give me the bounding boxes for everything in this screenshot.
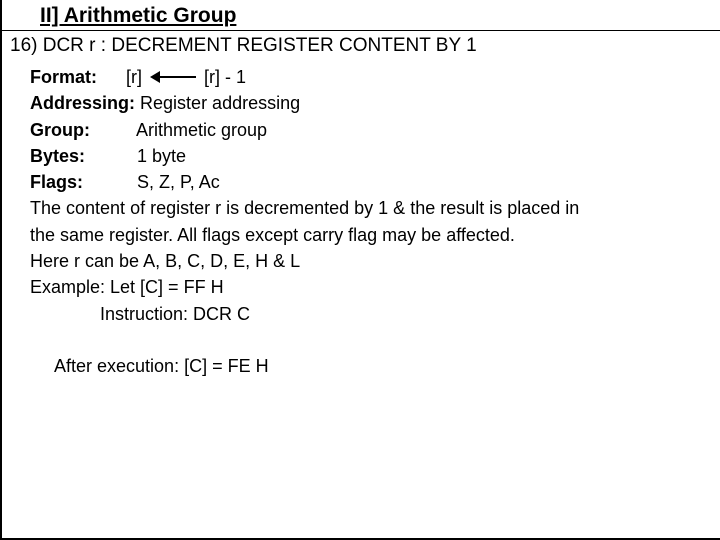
format-left: [r] [126, 65, 142, 89]
bytes-label: Bytes: [30, 144, 132, 168]
instruction-title: 16) DCR r : DECREMENT REGISTER CONTENT B… [2, 31, 720, 63]
bytes-row: Bytes: 1 byte [30, 144, 700, 168]
section-header: II] Arithmetic Group [2, 0, 720, 30]
flags-value: S, Z, P, Ac [137, 172, 220, 192]
addressing-row: Addressing: Register addressing [30, 91, 700, 115]
format-label: Format: [30, 65, 97, 89]
group-row: Group: Arithmetic group [30, 118, 700, 142]
flags-row: Flags: S, Z, P, Ac [30, 170, 700, 194]
format-right: [r] - 1 [204, 65, 246, 89]
description-line-1: The content of register r is decremented… [30, 196, 700, 220]
description-line-2: the same register. All flags except carr… [30, 223, 700, 247]
after-execution-line: After execution: [C] = FE H [54, 354, 700, 378]
arrow-left-icon [150, 70, 196, 84]
flags-label: Flags: [30, 170, 132, 194]
format-expression: [r] [r] - 1 [126, 65, 246, 89]
group-label: Group: [30, 118, 132, 142]
group-value: Arithmetic group [136, 120, 267, 140]
bytes-value: 1 byte [137, 146, 186, 166]
content-block: Format: [r] [r] - 1 Addressing: Register… [2, 65, 720, 378]
instruction-line: Instruction: DCR C [100, 302, 700, 326]
addressing-value: Register addressing [140, 93, 300, 113]
example-line: Example: Let [C] = FF H [30, 275, 700, 299]
addressing-label: Addressing: [30, 91, 135, 115]
description-line-3: Here r can be A, B, C, D, E, H & L [30, 249, 700, 273]
format-row: Format: [r] [r] - 1 [30, 65, 700, 89]
